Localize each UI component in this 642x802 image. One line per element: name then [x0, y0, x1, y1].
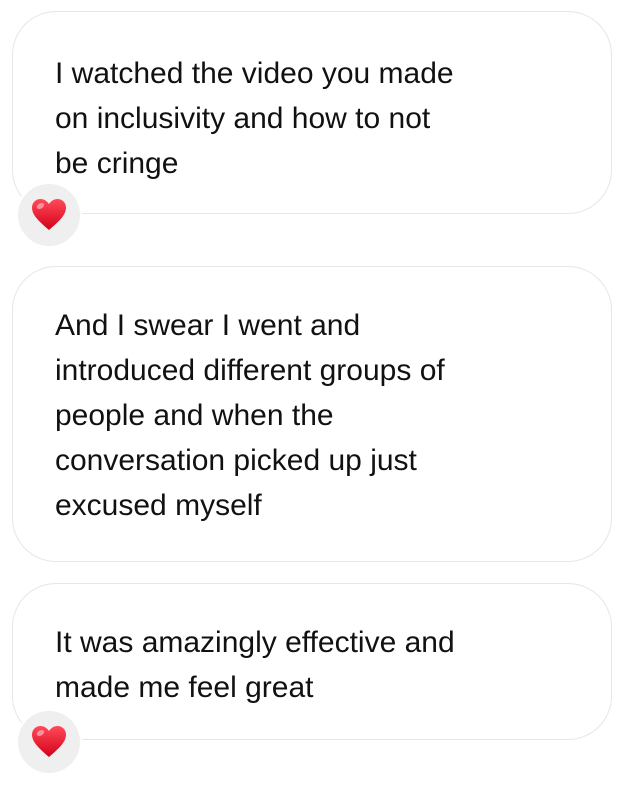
message-text: I watched the video you made on inclusiv… — [55, 57, 454, 180]
reaction-badge[interactable] — [16, 709, 82, 775]
message-text: It was amazingly effective and made me f… — [55, 626, 455, 704]
reaction-badge[interactable] — [16, 182, 82, 248]
message-bubble[interactable]: It was amazingly effective and made me f… — [12, 583, 612, 740]
message-bubble[interactable]: I watched the video you made on inclusiv… — [12, 11, 612, 214]
heart-icon — [32, 726, 66, 757]
message-bubble[interactable]: And I swear I went and introduced differ… — [12, 266, 612, 562]
heart-icon — [32, 199, 66, 230]
message-text: And I swear I went and introduced differ… — [55, 309, 445, 522]
